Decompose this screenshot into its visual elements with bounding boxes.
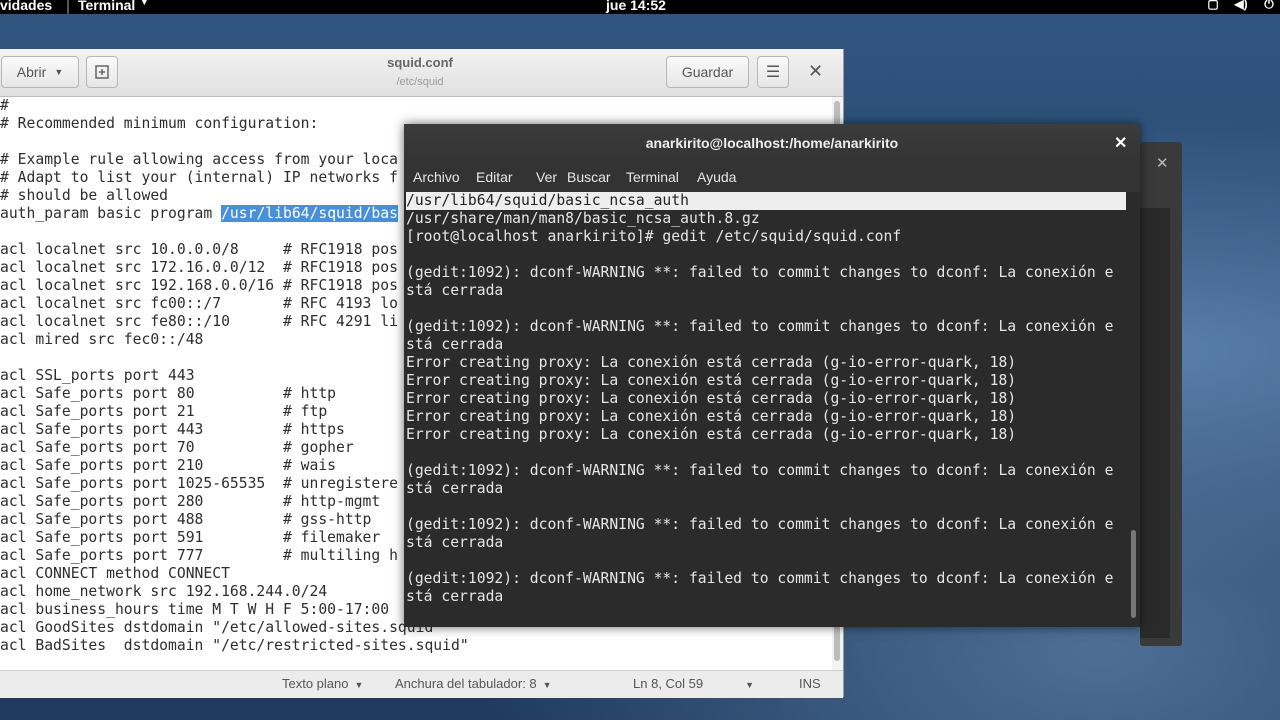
terminal-line-selected: /usr/lib64/squid/basic_ncsa_auth: [406, 192, 1126, 210]
app-menu-label: Terminal: [78, 0, 136, 13]
editor-line: #: [0, 97, 9, 114]
terminal-line: Error creating proxy: La conexión está c…: [406, 372, 1017, 389]
activities-button[interactable]: vidades: [0, 0, 52, 13]
terminal-line: (gedit:1092): dconf-WARNING **: failed t…: [406, 516, 1114, 533]
new-document-icon: [95, 65, 109, 79]
power-icon[interactable]: ⏻: [1262, 0, 1276, 12]
terminal-line: stá cerrada: [406, 534, 504, 551]
terminal-line: stá cerrada: [406, 480, 504, 497]
menu-ver[interactable]: Ver: [536, 169, 557, 185]
insert-mode: INS: [799, 676, 821, 691]
terminal-line: (gedit:1092): dconf-WARNING **: failed t…: [406, 462, 1114, 479]
selected-text: /usr/lib64/squid/bas: [221, 205, 398, 222]
syntax-selector[interactable]: Texto plano ▼: [282, 676, 363, 691]
chevron-down-icon: ▼: [542, 680, 552, 690]
topbar-divider: [67, 0, 69, 14]
tab-width-selector[interactable]: Anchura del tabulador: 8 ▼: [395, 676, 552, 691]
save-button[interactable]: Guardar: [666, 56, 749, 88]
terminal-line: Error creating proxy: La conexión está c…: [406, 408, 1017, 425]
terminal-line: (gedit:1092): dconf-WARNING **: failed t…: [406, 318, 1114, 335]
terminal-scrollbar-thumb[interactable]: [1131, 530, 1136, 618]
terminal-line: [root@localhost anarkirito]# gedit /etc/…: [406, 228, 902, 245]
terminal-line: /usr/share/man/man8/basic_ncsa_auth.8.gz: [406, 210, 760, 227]
open-button-label: Abrir: [16, 64, 47, 80]
editor-line-text: auth_param basic program: [0, 205, 222, 222]
hamburger-icon: ☰: [765, 64, 781, 81]
terminal-line: Error creating proxy: La conexión está c…: [406, 390, 1017, 407]
cursor-position[interactable]: Ln 8, Col 59 ▼: [633, 676, 754, 691]
gedit-headerbar: Abrir ▼ squid.conf /etc/squid Guardar ☰ …: [0, 49, 843, 97]
menu-archivo[interactable]: Archivo: [413, 169, 460, 185]
chevron-down-icon: ▼: [54, 67, 64, 77]
window-title: squid.conf: [387, 55, 453, 70]
terminal-line: (gedit:1092): dconf-WARNING **: failed t…: [406, 264, 1114, 281]
new-document-button[interactable]: [86, 56, 118, 88]
chevron-down-icon: ▼: [745, 680, 755, 690]
top-bar: vidades Terminal ▼ jue 14:52 ▢ ◀) ⏻: [0, 0, 1280, 14]
syntax-label: Texto plano: [282, 676, 349, 691]
cursor-position-label: Ln 8, Col 59: [633, 676, 704, 691]
terminal-line: Error creating proxy: La conexión está c…: [406, 426, 1017, 443]
system-tray[interactable]: ▢ ◀) ⏻: [1206, 0, 1280, 12]
app-menu[interactable]: Terminal ▼: [78, 0, 149, 13]
chevron-down-icon: ▼: [354, 680, 364, 690]
terminal-line: stá cerrada: [406, 336, 504, 353]
terminal-window: anarkirito@localhost:/home/anarkirito ✕ …: [404, 124, 1140, 627]
menu-editar[interactable]: Editar: [476, 169, 513, 185]
status-bar: Texto plano ▼ Anchura del tabulador: 8 ▼ L…: [0, 670, 843, 698]
background-terminal-body: [1140, 208, 1170, 638]
terminal-line: stá cerrada: [406, 282, 504, 299]
close-icon[interactable]: ✕: [1114, 133, 1127, 153]
terminal-line: (gedit:1092): dconf-WARNING **: failed t…: [406, 570, 1114, 587]
terminal-titlebar[interactable]: anarkirito@localhost:/home/anarkirito ✕: [404, 124, 1140, 162]
close-icon[interactable]: ✕: [1156, 154, 1169, 172]
terminal-line: Error creating proxy: La conexión está c…: [406, 354, 1017, 371]
close-icon[interactable]: ✕: [808, 61, 823, 82]
menu-ayuda[interactable]: Ayuda: [697, 169, 736, 185]
menu-terminal[interactable]: Terminal: [626, 169, 679, 185]
terminal-menubar: Archivo Editar Ver Buscar Terminal Ayuda: [404, 162, 1140, 192]
volume-icon[interactable]: ◀): [1234, 0, 1248, 12]
background-terminal-window[interactable]: ✕: [1140, 142, 1182, 646]
open-button[interactable]: Abrir ▼: [1, 56, 79, 88]
window-subtitle: /etc/squid: [396, 76, 444, 88]
terminal-screen[interactable]: /usr/lib64/squid/basic_ncsa_auth /usr/sh…: [404, 192, 1140, 627]
window-icon[interactable]: ▢: [1206, 0, 1220, 12]
tab-width-label: Anchura del tabulador: 8: [395, 676, 537, 691]
editor-line: acl BadSites dstdomain "/etc/restricted-…: [0, 637, 469, 654]
clock[interactable]: jue 14:52: [606, 0, 666, 13]
terminal-title: anarkirito@localhost:/home/anarkirito: [645, 135, 899, 151]
menu-buscar[interactable]: Buscar: [567, 169, 611, 185]
hamburger-menu-button[interactable]: ☰: [757, 56, 789, 88]
chevron-down-icon: ▼: [139, 0, 150, 8]
terminal-line: stá cerrada: [406, 588, 504, 605]
